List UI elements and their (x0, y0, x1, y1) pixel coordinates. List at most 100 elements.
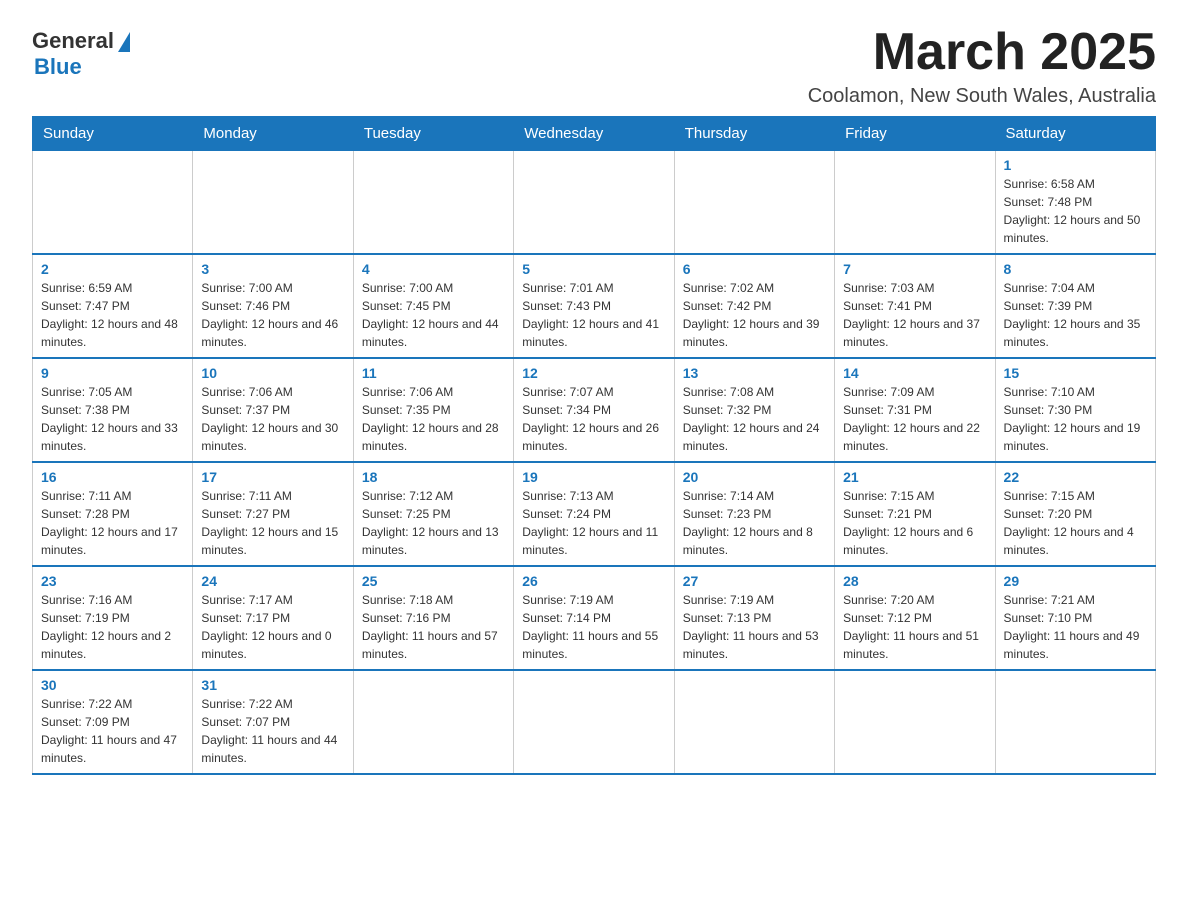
calendar-week-row: 9 Sunrise: 7:05 AMSunset: 7:38 PMDaylight… (33, 358, 1156, 462)
day-info: Sunrise: 7:14 AMSunset: 7:23 PMDaylight:… (683, 487, 826, 559)
day-number: 26 (522, 573, 665, 589)
calendar-week-row: 23Sunrise: 7:16 AMSunset: 7:19 PMDayligh… (33, 566, 1156, 670)
calendar-cell: 30Sunrise: 7:22 AMSunset: 7:09 PMDayligh… (33, 670, 193, 774)
calendar-cell (514, 670, 674, 774)
calendar-cell (995, 670, 1155, 774)
day-info: Sunrise: 7:09 AMSunset: 7:31 PMDaylight:… (843, 383, 986, 455)
location-subtitle: Coolamon, New South Wales, Australia (808, 85, 1156, 108)
day-number: 9 (41, 365, 184, 381)
calendar-cell: 14Sunrise: 7:09 AMSunset: 7:31 PMDayligh… (835, 358, 995, 462)
calendar-header-tuesday: Tuesday (353, 117, 513, 151)
day-number: 8 (1004, 261, 1147, 277)
day-number: 1 (1004, 157, 1147, 173)
calendar-cell (33, 151, 193, 255)
calendar-cell: 15 Sunrise: 7:10 AMSunset: 7:30 PMDayligh… (995, 358, 1155, 462)
calendar-cell (674, 670, 834, 774)
calendar-cell (193, 151, 353, 255)
day-number: 25 (362, 573, 505, 589)
calendar-cell (674, 151, 834, 255)
calendar-cell: 28 Sunrise: 7:20 AMSunset: 7:12 PMDayligh… (835, 566, 995, 670)
calendar-header-friday: Friday (835, 117, 995, 151)
day-info: Sunrise: 7:11 AMSunset: 7:28 PMDaylight:… (41, 487, 184, 559)
logo-triangle-icon (118, 32, 130, 52)
day-number: 17 (201, 469, 344, 485)
calendar-cell (353, 151, 513, 255)
calendar-cell: 19Sunrise: 7:13 AMSunset: 7:24 PMDayligh… (514, 462, 674, 566)
day-info: Sunrise: 7:08 AMSunset: 7:32 PMDaylight:… (683, 383, 826, 455)
calendar-cell: 5Sunrise: 7:01 AMSunset: 7:43 PMDaylight… (514, 254, 674, 358)
day-info: Sunrise: 7:00 AMSunset: 7:45 PMDaylight:… (362, 279, 505, 351)
calendar-week-row: 16 Sunrise: 7:11 AMSunset: 7:28 PMDayligh… (33, 462, 1156, 566)
calendar-cell: 4Sunrise: 7:00 AMSunset: 7:45 PMDaylight… (353, 254, 513, 358)
logo-blue-text: Blue (34, 54, 82, 80)
calendar-cell: 25 Sunrise: 7:18 AMSunset: 7:16 PMDayligh… (353, 566, 513, 670)
day-info: Sunrise: 7:06 AMSunset: 7:35 PMDaylight:… (362, 383, 505, 455)
calendar-cell (835, 670, 995, 774)
calendar-cell: 29 Sunrise: 7:21 AMSunset: 7:10 PMDayligh… (995, 566, 1155, 670)
calendar-cell: 8 Sunrise: 7:04 AMSunset: 7:39 PMDaylight… (995, 254, 1155, 358)
calendar-cell: 10 Sunrise: 7:06 AMSunset: 7:37 PMDayligh… (193, 358, 353, 462)
calendar-cell: 13 Sunrise: 7:08 AMSunset: 7:32 PMDayligh… (674, 358, 834, 462)
title-block: March 2025 Coolamon, New South Wales, Au… (808, 24, 1156, 108)
calendar-cell: 16 Sunrise: 7:11 AMSunset: 7:28 PMDayligh… (33, 462, 193, 566)
day-info: Sunrise: 7:05 AMSunset: 7:38 PMDaylight:… (41, 383, 184, 455)
day-number: 7 (843, 261, 986, 277)
day-info: Sunrise: 6:58 AMSunset: 7:48 PMDaylight:… (1004, 175, 1147, 247)
calendar-cell: 20Sunrise: 7:14 AMSunset: 7:23 PMDayligh… (674, 462, 834, 566)
calendar-header-monday: Monday (193, 117, 353, 151)
calendar-header-thursday: Thursday (674, 117, 834, 151)
day-info: Sunrise: 7:00 AMSunset: 7:46 PMDaylight:… (201, 279, 344, 351)
calendar-table: SundayMondayTuesdayWednesdayThursdayFrid… (32, 116, 1156, 775)
day-info: Sunrise: 7:18 AMSunset: 7:16 PMDaylight:… (362, 591, 505, 663)
calendar-cell: 27Sunrise: 7:19 AMSunset: 7:13 PMDayligh… (674, 566, 834, 670)
day-info: Sunrise: 7:21 AMSunset: 7:10 PMDaylight:… (1004, 591, 1147, 663)
day-info: Sunrise: 7:19 AMSunset: 7:14 PMDaylight:… (522, 591, 665, 663)
day-number: 27 (683, 573, 826, 589)
day-info: Sunrise: 7:20 AMSunset: 7:12 PMDaylight:… (843, 591, 986, 663)
day-info: Sunrise: 7:11 AMSunset: 7:27 PMDaylight:… (201, 487, 344, 559)
day-number: 11 (362, 365, 505, 381)
calendar-cell: 26 Sunrise: 7:19 AMSunset: 7:14 PMDayligh… (514, 566, 674, 670)
calendar-header-sunday: Sunday (33, 117, 193, 151)
day-info: Sunrise: 7:06 AMSunset: 7:37 PMDaylight:… (201, 383, 344, 455)
day-number: 30 (41, 677, 184, 693)
day-info: Sunrise: 7:03 AMSunset: 7:41 PMDaylight:… (843, 279, 986, 351)
logo-general-text: General (32, 28, 114, 54)
calendar-cell: 6Sunrise: 7:02 AMSunset: 7:42 PMDaylight… (674, 254, 834, 358)
day-number: 19 (522, 469, 665, 485)
day-number: 13 (683, 365, 826, 381)
day-number: 2 (41, 261, 184, 277)
calendar-header-wednesday: Wednesday (514, 117, 674, 151)
calendar-cell: 11 Sunrise: 7:06 AMSunset: 7:35 PMDayligh… (353, 358, 513, 462)
calendar-cell (353, 670, 513, 774)
day-number: 29 (1004, 573, 1147, 589)
day-info: Sunrise: 7:10 AMSunset: 7:30 PMDaylight:… (1004, 383, 1147, 455)
day-info: Sunrise: 7:17 AMSunset: 7:17 PMDaylight:… (201, 591, 344, 663)
calendar-header-saturday: Saturday (995, 117, 1155, 151)
day-number: 22 (1004, 469, 1147, 485)
day-number: 10 (201, 365, 344, 381)
day-number: 23 (41, 573, 184, 589)
day-info: Sunrise: 7:01 AMSunset: 7:43 PMDaylight:… (522, 279, 665, 351)
calendar-cell (514, 151, 674, 255)
day-info: Sunrise: 7:07 AMSunset: 7:34 PMDaylight:… (522, 383, 665, 455)
day-info: Sunrise: 7:04 AMSunset: 7:39 PMDaylight:… (1004, 279, 1147, 351)
day-info: Sunrise: 6:59 AMSunset: 7:47 PMDaylight:… (41, 279, 184, 351)
calendar-week-row: 30Sunrise: 7:22 AMSunset: 7:09 PMDayligh… (33, 670, 1156, 774)
calendar-cell: 23Sunrise: 7:16 AMSunset: 7:19 PMDayligh… (33, 566, 193, 670)
logo: General Blue (32, 24, 130, 80)
calendar-cell: 7 Sunrise: 7:03 AMSunset: 7:41 PMDaylight… (835, 254, 995, 358)
page-header: General Blue March 2025 Coolamon, New So… (32, 24, 1156, 108)
calendar-cell (835, 151, 995, 255)
day-number: 28 (843, 573, 986, 589)
calendar-cell: 24Sunrise: 7:17 AMSunset: 7:17 PMDayligh… (193, 566, 353, 670)
calendar-week-row: 2 Sunrise: 6:59 AMSunset: 7:47 PMDaylight… (33, 254, 1156, 358)
calendar-cell: 18Sunrise: 7:12 AMSunset: 7:25 PMDayligh… (353, 462, 513, 566)
day-number: 15 (1004, 365, 1147, 381)
calendar-cell: 31Sunrise: 7:22 AMSunset: 7:07 PMDayligh… (193, 670, 353, 774)
day-number: 18 (362, 469, 505, 485)
calendar-week-row: 1 Sunrise: 6:58 AMSunset: 7:48 PMDaylight… (33, 151, 1156, 255)
month-title: March 2025 (808, 24, 1156, 81)
day-info: Sunrise: 7:15 AMSunset: 7:20 PMDaylight:… (1004, 487, 1147, 559)
day-number: 16 (41, 469, 184, 485)
